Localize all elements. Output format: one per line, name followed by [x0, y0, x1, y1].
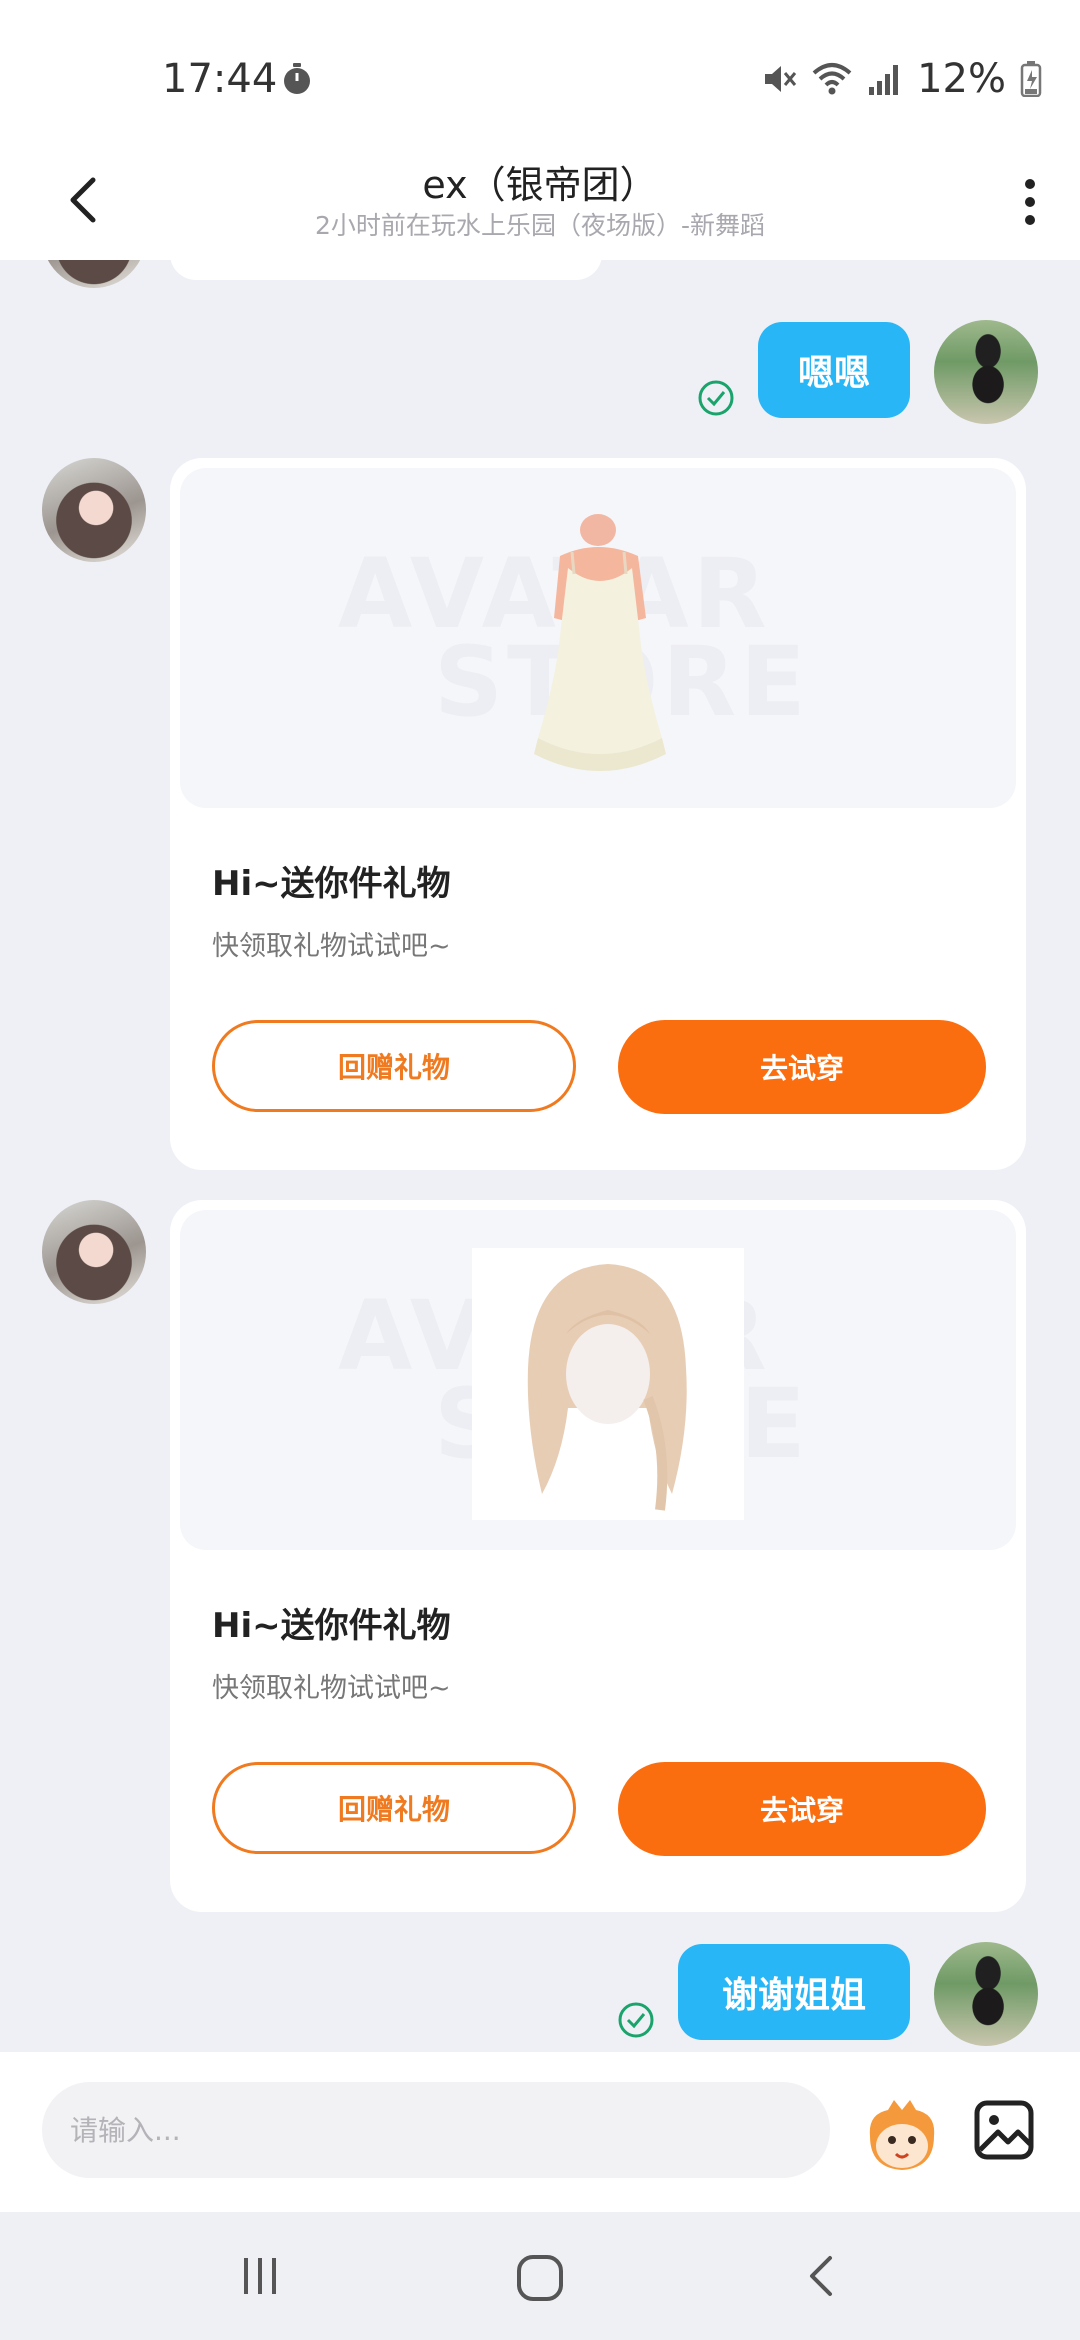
timer-icon [284, 63, 310, 94]
chat-title[interactable]: ex（银帝团） [0, 154, 1080, 209]
gift-preview: AVATAR STORE [180, 468, 1016, 808]
check-circle-icon [698, 380, 734, 416]
gift-title: Hi~送你件礼物 [212, 1606, 451, 1646]
dress-icon [534, 514, 666, 771]
status-bar: 17:44 12% [0, 0, 1080, 150]
gift-card[interactable]: AVATAR STORE Hi~送你件礼物 快领取礼物试试吧~ 回赠礼物 去试穿 [170, 1200, 1026, 1912]
battery-percent: 12% [917, 56, 1006, 102]
chat-header: ex（银帝团） 2小时前在玩水上乐园（夜场版）-新舞蹈 [0, 150, 1080, 260]
check-circle-icon [618, 2002, 654, 2038]
more-options-icon[interactable] [1010, 172, 1050, 232]
sent-message-bubble[interactable]: 谢谢姐姐 [678, 1944, 910, 2040]
avatar[interactable] [934, 1942, 1038, 2046]
sticker-icon[interactable] [858, 2096, 944, 2176]
gift-preview: AVATAR STORE [180, 1210, 1016, 1550]
gift-title: Hi~送你件礼物 [212, 864, 451, 904]
sent-message-bubble[interactable]: 嗯嗯 [758, 322, 910, 418]
image-icon[interactable] [972, 2098, 1036, 2162]
avatar[interactable] [42, 260, 146, 288]
system-nav-bar [0, 2212, 1080, 2340]
message-list[interactable]: 嗯嗯 AVATAR STORE Hi~送你件礼物 快领取礼物试试吧~ 回赠礼物 … [0, 260, 1080, 2052]
status-icons: 12% [761, 56, 1042, 102]
avatar[interactable] [42, 458, 146, 562]
home-icon[interactable] [514, 2252, 566, 2304]
try-on-button[interactable]: 去试穿 [618, 1020, 986, 1114]
input-bar [0, 2052, 1080, 2212]
signal-icon [869, 65, 899, 95]
avatar[interactable] [934, 320, 1038, 424]
previous-message-bubble [170, 260, 602, 280]
hairstyle-icon [472, 1248, 744, 1520]
return-gift-button[interactable]: 回赠礼物 [212, 1762, 576, 1854]
recent-apps-icon[interactable] [236, 2252, 284, 2300]
system-back-icon[interactable] [800, 2252, 844, 2300]
battery-icon [1020, 61, 1042, 97]
message-input[interactable] [42, 2082, 830, 2178]
gift-description: 快领取礼物试试吧~ [212, 931, 451, 962]
avatar[interactable] [42, 1200, 146, 1304]
return-gift-button[interactable]: 回赠礼物 [212, 1020, 576, 1112]
status-time: 17:44 [162, 56, 278, 102]
gift-description: 快领取礼物试试吧~ [212, 1673, 451, 1704]
try-on-button[interactable]: 去试穿 [618, 1762, 986, 1856]
wifi-icon [812, 63, 852, 95]
mute-icon [765, 66, 797, 92]
chat-subtitle: 2小时前在玩水上乐园（夜场版）-新舞蹈 [315, 211, 765, 240]
gift-card[interactable]: AVATAR STORE Hi~送你件礼物 快领取礼物试试吧~ 回赠礼物 去试穿 [170, 458, 1026, 1170]
